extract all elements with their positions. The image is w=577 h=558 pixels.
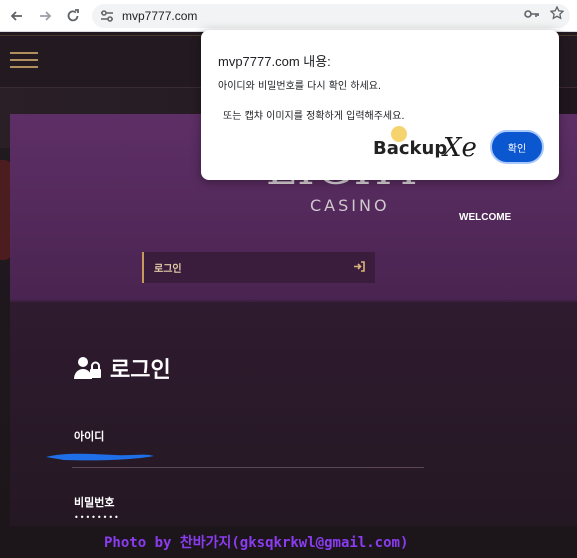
alert-title: mvp7777.com 내용: <box>218 54 331 69</box>
redaction-scribble <box>46 453 154 461</box>
alert-ok-button[interactable]: 확인 <box>490 130 544 164</box>
hamburger-menu-icon[interactable] <box>10 52 38 70</box>
welcome-text: WELCOME <box>459 212 512 223</box>
id-input-underline[interactable] <box>72 467 424 468</box>
logo-casino: CASINO <box>310 196 390 215</box>
browser-toolbar: mvp7777.com <box>0 0 577 32</box>
reload-icon[interactable] <box>62 5 84 27</box>
url-text[interactable]: mvp7777.com <box>122 9 197 23</box>
password-input[interactable]: •••••••• <box>74 513 120 522</box>
user-lock-icon <box>74 356 102 380</box>
key-icon[interactable] <box>524 8 540 23</box>
login-bar-label: 로그인 <box>154 264 182 275</box>
password-label: 비밀번호 <box>74 496 115 509</box>
sign-in-icon <box>353 260 365 275</box>
backupxe-overlay-logo: Backup Xe <box>371 124 483 164</box>
star-icon[interactable] <box>549 5 565 24</box>
login-heading-row: 로그인 <box>74 352 171 384</box>
photo-watermark: Photo by 찬바가지(gksqkrkwl@gmail.com) <box>104 535 409 551</box>
tune-icon[interactable] <box>96 5 118 27</box>
login-form-area <box>10 302 577 526</box>
svg-text:Backup: Backup <box>373 138 447 159</box>
alert-dialog: mvp7777.com 내용: 아이디와 비밀번호를 다시 확인 하세요. 또는… <box>201 30 559 180</box>
id-label: 아이디 <box>74 430 105 443</box>
address-bar[interactable]: mvp7777.com <box>92 4 570 28</box>
alert-message-line1: 아이디와 비밀번호를 다시 확인 하세요. <box>218 81 382 92</box>
login-heading: 로그인 <box>110 358 171 383</box>
login-bar-button[interactable]: 로그인 <box>142 252 375 283</box>
arrow-left-icon[interactable] <box>6 5 28 27</box>
svg-text:Xe: Xe <box>441 133 477 163</box>
alert-message-line2: 또는 캡챠 이미지를 정확하게 입력해주세요. <box>223 111 405 122</box>
arrow-right-icon[interactable] <box>34 5 56 27</box>
